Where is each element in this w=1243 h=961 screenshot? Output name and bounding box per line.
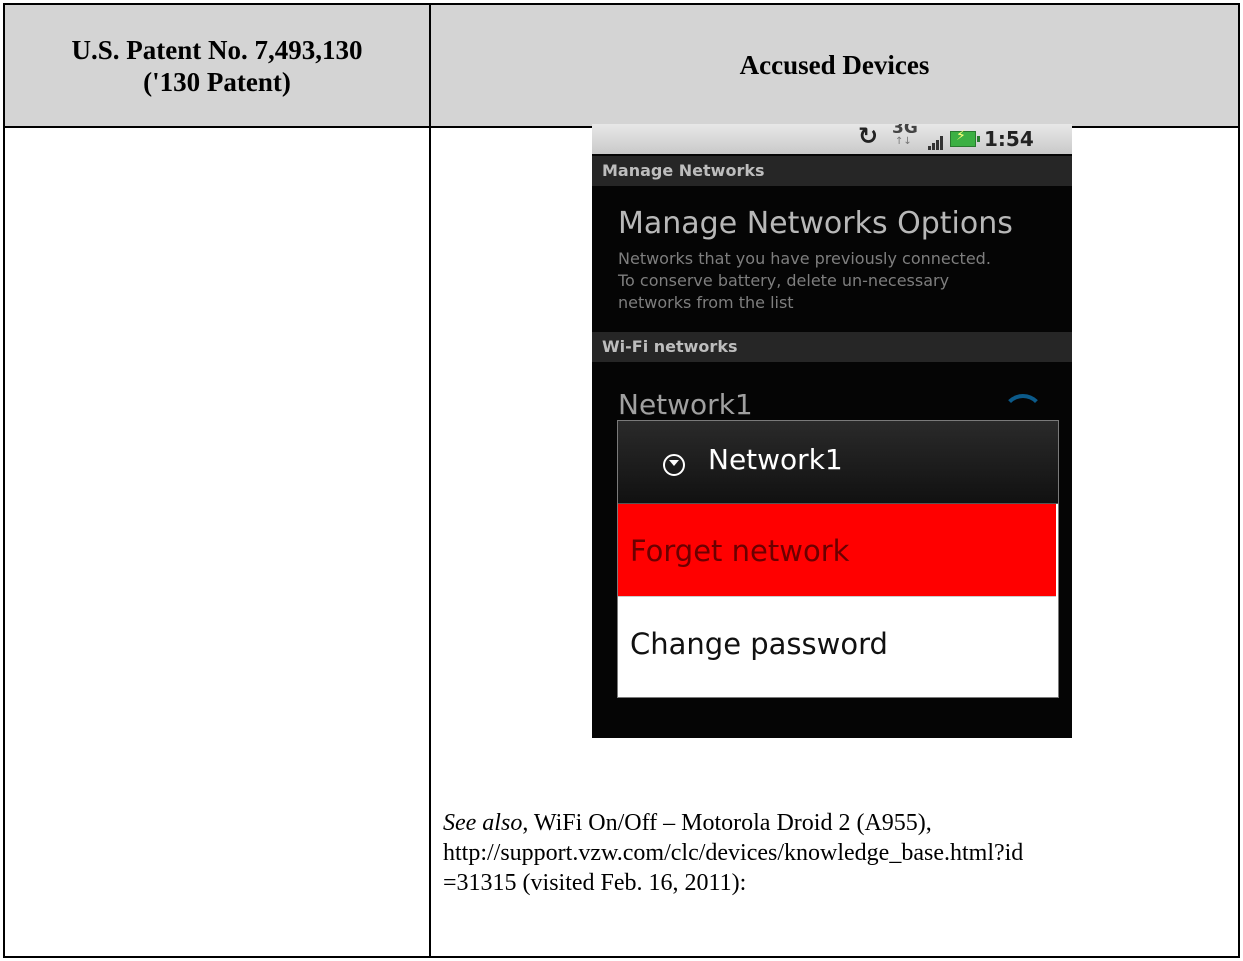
citation-url-end: =31315 (visited Feb. 16, 2011): — [443, 870, 747, 896]
clock: 1:54 — [984, 127, 1034, 151]
status-bar: ↻ 3G ↑↓ ⚡ 1:54 — [592, 124, 1072, 154]
dialog-title-bar: Network1 — [618, 421, 1058, 504]
section-header-wifi: Wi-Fi networks — [592, 332, 1072, 362]
chevron-down-circle-icon — [663, 454, 685, 476]
data-arrows-icon: ↑↓ — [895, 136, 912, 147]
table-header-row: U.S. Patent No. 7,493,130 ('130 Patent) … — [5, 5, 1238, 128]
patent-short-name: ('130 Patent) — [143, 66, 291, 97]
citation-url: http://support.vzw.com/clc/devices/knowl… — [443, 840, 1024, 866]
citation-text: See also, WiFi On/Off – Motorola Droid 2… — [443, 808, 1223, 898]
patent-header-cell: U.S. Patent No. 7,493,130 ('130 Patent) — [5, 5, 429, 126]
charging-icon: ⚡ — [956, 128, 966, 144]
forget-network-option[interactable]: Forget network — [618, 504, 1056, 596]
options-description: Networks that you have previously connec… — [618, 249, 991, 312]
phone-screenshot: ↻ 3G ↑↓ ⚡ 1:54 Manage Networks Manage Ne… — [592, 124, 1072, 738]
see-also-signal: See also — [443, 810, 523, 836]
signal-icon — [928, 136, 946, 150]
patent-number: U.S. Patent No. 7,493,130 — [71, 34, 363, 65]
section-header-manage: Manage Networks — [592, 156, 1072, 186]
network-list-item[interactable]: Network1 — [618, 388, 753, 421]
accused-devices-header: Accused Devices — [739, 50, 930, 80]
dialog-title: Network1 — [708, 443, 843, 476]
citation-source: , WiFi On/Off – Motorola Droid 2 (A955), — [522, 810, 932, 836]
network-context-dialog: Network1 Forget network Change password — [617, 420, 1059, 698]
change-password-option[interactable]: Change password — [618, 597, 1056, 696]
column-divider — [429, 5, 431, 956]
options-title[interactable]: Manage Networks Options — [618, 206, 1013, 241]
sync-icon: ↻ — [858, 124, 879, 150]
